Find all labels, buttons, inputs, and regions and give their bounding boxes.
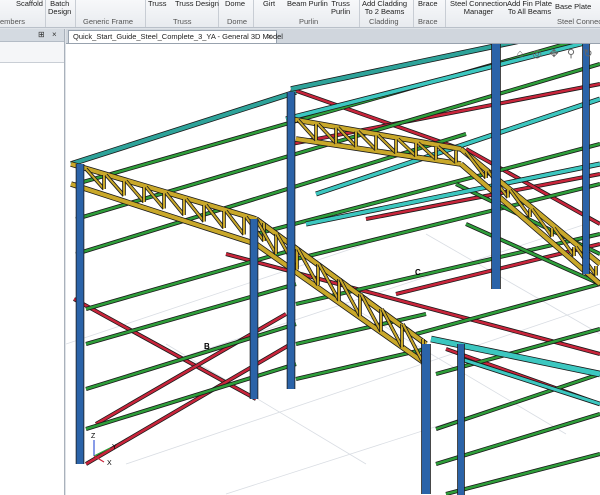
- brace-member[interactable]: [225, 252, 600, 356]
- truss-button[interactable]: Truss: [148, 0, 166, 8]
- purlin-member[interactable]: [85, 247, 297, 311]
- ribbon-group-generic-frame: Generic Frame: [75, 0, 146, 27]
- batch-design-button[interactable]: Batch Design: [48, 0, 71, 16]
- girt-button[interactable]: Girt: [263, 0, 275, 8]
- axis-y-label: Y: [112, 444, 117, 451]
- ribbon-group-dome: Dome Dome: [218, 0, 254, 27]
- ribbon-group-label: Cladding: [369, 17, 399, 26]
- ribbon-group-steel-connection: Steel Connection Manager Add Fin Plate T…: [445, 0, 600, 27]
- truss-design-button[interactable]: Truss Design: [175, 0, 219, 8]
- add-cladding-button[interactable]: Add Cladding To 2 Beams: [362, 0, 407, 16]
- purlin-member[interactable]: [445, 452, 600, 495]
- ribbon-group-label: Generic Frame: [83, 17, 134, 26]
- left-panel-header: ⊞ ×: [0, 29, 64, 42]
- ribbon-group-label: Truss: [173, 17, 192, 26]
- axis-z-label: Z: [91, 433, 96, 440]
- grid-label-b: B: [204, 342, 210, 351]
- ribbon-group-truss: Truss Truss Design Truss: [145, 0, 219, 27]
- left-panel-toolbar: [0, 42, 64, 63]
- scaffold-button[interactable]: Scaffold: [16, 0, 43, 8]
- grid-line: [165, 343, 367, 465]
- zoom-icon[interactable]: ⚲: [565, 48, 577, 60]
- ribbon-group-purlin: Girt Beam Purlin Truss Purlin Purlin: [253, 0, 360, 27]
- dome-button[interactable]: Dome: [225, 0, 245, 8]
- home-icon[interactable]: ⌂: [514, 48, 526, 60]
- steel-frame-model[interactable]: B C Z Y X: [66, 44, 600, 495]
- axis-x-label: X: [107, 460, 112, 467]
- ribbon-group-cladding: Add Cladding To 2 Beams Cladding: [359, 0, 414, 27]
- ribbon-group-brace: Brace Brace: [413, 0, 446, 27]
- add-fin-plate-button[interactable]: Add Fin Plate To All Beams: [507, 0, 552, 16]
- base-plate-button[interactable]: Base Plate: [555, 3, 591, 11]
- close-icon[interactable]: ×: [52, 30, 57, 39]
- grid-line: [66, 243, 367, 345]
- pan-icon[interactable]: ✥: [548, 48, 560, 60]
- steel-connection-manager-button[interactable]: Steel Connection Manager: [450, 0, 507, 16]
- ribbon-group-label: Purlin: [299, 17, 319, 26]
- ribbon-group-label: Dome: [227, 17, 248, 26]
- left-panel-content: [0, 63, 64, 495]
- ribbon-group-label: embers: [0, 17, 26, 26]
- beam-purlin-button[interactable]: Beam Purlin: [287, 0, 328, 8]
- ribbon-group-batch: Batch Design: [45, 0, 76, 27]
- tab-close-icon[interactable]: ×: [267, 31, 272, 43]
- left-panel: ⊞ ×: [0, 29, 65, 495]
- orbit-icon[interactable]: ◎: [531, 48, 543, 60]
- rotate-icon[interactable]: ↻: [582, 48, 594, 60]
- brace-button[interactable]: Brace: [418, 0, 438, 8]
- document-tabstrip: Quick_Start_Guide_Steel_Complete_3_YA - …: [66, 29, 600, 44]
- truss-purlin-button[interactable]: Truss Purlin: [331, 0, 350, 16]
- pin-icon[interactable]: ⊞: [38, 30, 45, 39]
- ribbon-group-label: Brace: [418, 17, 438, 26]
- grid-label-c: C: [415, 268, 421, 277]
- purlin-member[interactable]: [85, 362, 297, 431]
- ribbon-group-label: Steel Connectio: [557, 17, 600, 26]
- 3d-viewport[interactable]: B C Z Y X ⌂ ◎ ✥ ⚲ ↻: [66, 44, 600, 495]
- ribbon-group-members: Scaffold embers: [0, 0, 46, 27]
- ribbon: Scaffold embers Batch Design Generic Fra…: [0, 0, 600, 28]
- purlin-member[interactable]: [415, 282, 600, 336]
- tab-3d-model[interactable]: Quick_Start_Guide_Steel_Complete_3_YA - …: [68, 30, 283, 43]
- tab-title: Quick_Start_Guide_Steel_Complete_3_YA - …: [73, 32, 283, 41]
- view-navigation: ⌂ ◎ ✥ ⚲ ↻: [514, 48, 594, 60]
